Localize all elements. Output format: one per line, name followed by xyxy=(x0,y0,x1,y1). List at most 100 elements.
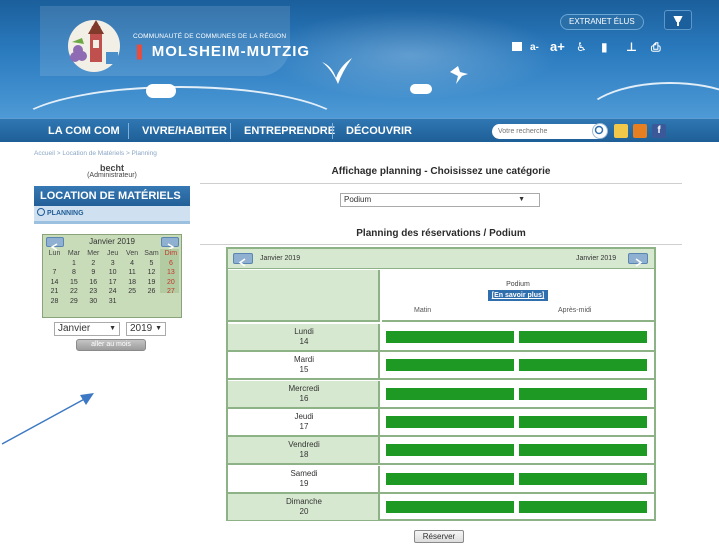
document-icon[interactable]: ▮ xyxy=(601,40,608,54)
day-cell[interactable]: 2 xyxy=(84,259,103,269)
day-cell[interactable]: 21 xyxy=(45,287,64,297)
day-cell[interactable]: 22 xyxy=(64,287,83,297)
morning-slot[interactable] xyxy=(386,359,514,372)
category-select[interactable]: Podium ▼ xyxy=(340,193,540,207)
day-cell[interactable]: 16 xyxy=(84,278,103,288)
day-name: Mardi xyxy=(293,355,314,365)
afternoon-slot[interactable] xyxy=(519,331,647,343)
afternoon-slot[interactable] xyxy=(519,387,647,400)
mini-calendar-header: Janvier 2019 xyxy=(43,235,181,251)
day-cell[interactable]: 12 xyxy=(142,268,161,278)
day-label: Mardi 15 xyxy=(228,352,380,379)
week-row: 123456 xyxy=(45,259,181,269)
header-banner: COMMUNAUTÉ DE COMMUNES DE LA RÉGION ❚ MO… xyxy=(0,0,719,118)
morning-slot[interactable] xyxy=(386,472,514,485)
search-button[interactable] xyxy=(592,123,608,139)
day-cell[interactable]: 31 xyxy=(103,297,122,307)
day-cell[interactable]: 3 xyxy=(103,259,122,269)
weekday-label: Sam xyxy=(144,250,159,257)
sidebar-item-planning[interactable]: PLANNING xyxy=(37,208,84,217)
afternoon-slot[interactable] xyxy=(519,415,647,428)
day-cell[interactable]: 18 xyxy=(123,278,142,288)
afternoon-slot[interactable] xyxy=(519,500,647,513)
day-cell[interactable]: 24 xyxy=(103,287,122,297)
prev-week-button[interactable] xyxy=(233,253,253,267)
day-cell[interactable]: 28 xyxy=(45,297,64,307)
day-cell[interactable]: 11 xyxy=(123,268,142,278)
day-cell[interactable]: 7 xyxy=(45,268,64,278)
pin-button[interactable] xyxy=(664,10,692,30)
nav-separator xyxy=(230,123,231,139)
nav-item-decouvrir[interactable]: DÉCOUVRIR xyxy=(346,119,412,143)
pin-icon xyxy=(673,16,683,26)
day-cell[interactable]: 30 xyxy=(84,297,103,307)
day-cell[interactable]: 19 xyxy=(142,278,161,288)
morning-slot[interactable] xyxy=(386,444,514,457)
chevron-right-icon xyxy=(635,258,643,267)
morning-slot[interactable] xyxy=(386,500,514,513)
nav-item-entreprendre[interactable]: ENTREPRENDRE xyxy=(244,119,335,143)
logo-title-text: MOLSHEIM-MUTZIG xyxy=(151,43,311,60)
logo-subtitle: COMMUNAUTÉ DE COMMUNES DE LA RÉGION xyxy=(133,33,287,40)
afternoon-slot[interactable] xyxy=(519,444,647,457)
day-cell[interactable]: 26 xyxy=(142,287,161,297)
weekday-label: Dim xyxy=(164,250,178,257)
morning-slot[interactable] xyxy=(386,415,514,428)
day-cell[interactable]: 25 xyxy=(123,287,142,297)
afternoon-slot[interactable] xyxy=(519,359,647,372)
day-cell[interactable]: 15 xyxy=(64,278,83,288)
table-row: Mardi 15 xyxy=(228,352,654,381)
afternoon-slot[interactable] xyxy=(519,472,647,485)
next-week-button[interactable] xyxy=(628,253,648,267)
morning-slot[interactable] xyxy=(386,331,514,343)
nav-item-la-com-com[interactable]: LA COM COM xyxy=(48,119,120,143)
more-info-link[interactable]: [En savoir plus] xyxy=(488,290,548,301)
reserve-button[interactable]: Réserver xyxy=(414,530,464,543)
facebook-icon[interactable]: f xyxy=(652,124,666,138)
day-cell[interactable]: 13 xyxy=(161,268,180,278)
contrast-icon[interactable] xyxy=(512,42,522,51)
nav-separator xyxy=(128,123,129,139)
nav-item-vivre-habiter[interactable]: VIVRE/HABITER xyxy=(142,119,227,143)
logo-emblem-icon[interactable] xyxy=(62,12,126,74)
table-row: Vendredi 18 xyxy=(228,437,654,466)
next-month-button[interactable] xyxy=(161,237,179,251)
accessibility-icon[interactable]: ♿ xyxy=(576,40,587,54)
day-cell[interactable]: 4 xyxy=(123,259,142,269)
breadcrumb[interactable]: Accueil > Location de Matériels > Planni… xyxy=(34,150,157,157)
day-cell[interactable]: 1 xyxy=(64,259,83,269)
day-label: Jeudi 17 xyxy=(228,408,380,435)
day-date: 18 xyxy=(299,450,309,460)
logo-title[interactable]: ❚ MOLSHEIM-MUTZIG xyxy=(133,42,310,60)
search-input[interactable] xyxy=(492,124,600,139)
day-cell[interactable]: 8 xyxy=(64,268,83,278)
day-cell[interactable]: 6 xyxy=(161,259,180,269)
day-cell[interactable]: 14 xyxy=(45,278,64,288)
sitemap-icon[interactable]: ⊥ xyxy=(626,40,637,54)
day-cell[interactable]: 10 xyxy=(103,268,122,278)
month-select[interactable]: Janvier ▼ xyxy=(54,322,120,336)
extranet-button[interactable]: EXTRANET ÉLUS xyxy=(560,14,644,30)
morning-slot[interactable] xyxy=(386,387,514,400)
goto-month-button[interactable]: aller au mois xyxy=(76,339,146,351)
day-cell[interactable]: 23 xyxy=(84,287,103,297)
prev-month-button[interactable] xyxy=(46,237,64,251)
day-cell[interactable]: 27 xyxy=(161,287,180,297)
print-icon[interactable]: ⎙ xyxy=(651,40,661,55)
year-select[interactable]: 2019 ▼ xyxy=(126,322,166,336)
rss-icon[interactable] xyxy=(633,124,647,138)
font-smaller-button[interactable]: a- xyxy=(530,42,539,53)
table-row: Lundi 14 xyxy=(228,324,654,352)
category-select-value: Podium xyxy=(344,195,372,204)
day-cell[interactable]: 17 xyxy=(103,278,122,288)
share-icon[interactable] xyxy=(614,124,628,138)
font-larger-button[interactable]: a+ xyxy=(550,39,565,54)
divider xyxy=(200,244,682,245)
day-cell[interactable]: 5 xyxy=(142,259,161,269)
day-cell[interactable]: 29 xyxy=(64,297,83,307)
day-cell[interactable]: 9 xyxy=(84,268,103,278)
week-row: 21 22 23 24 25 26 27 xyxy=(45,287,181,297)
day-cell[interactable]: 20 xyxy=(161,278,180,288)
blank-corner-cell xyxy=(228,270,380,322)
week-row: 28 29 30 31 xyxy=(45,297,181,307)
